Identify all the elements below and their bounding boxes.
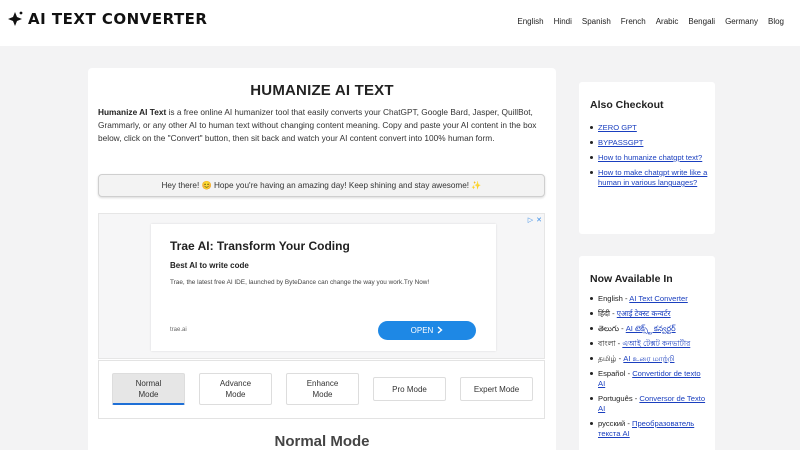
nav-blog[interactable]: Blog <box>768 17 784 26</box>
greeting-banner: Hey there! 😊 Hope you're having an amazi… <box>98 174 545 197</box>
language-link[interactable]: AI உரை மாற்றி <box>623 354 674 363</box>
link-bypassgpt[interactable]: BYPASSGPT <box>598 138 643 147</box>
mode-normal-label: Normal Mode <box>135 378 162 399</box>
list-item: ZERO GPT <box>590 123 708 133</box>
list-item: BYPASSGPT <box>590 138 708 148</box>
site-logo[interactable]: AI TEXT CONVERTER <box>6 10 207 28</box>
language-link[interactable]: এআই টেক্সট কনভার্টার <box>622 339 690 348</box>
top-nav: English Hindi Spanish French Arabic Beng… <box>517 17 784 26</box>
ad-body: Trae, the latest free AI IDE, launched b… <box>170 279 430 286</box>
mode-advance-label: Advance Mode <box>219 379 252 399</box>
mode-enhance-button[interactable]: Enhance Mode <box>286 373 359 405</box>
available-languages-panel: Now Available In English - AI Text Conve… <box>579 256 715 450</box>
language-separator: - <box>610 309 617 318</box>
list-item: English - AI Text Converter <box>590 294 708 304</box>
language-name: Português <box>598 394 633 403</box>
language-name: Español <box>598 369 626 378</box>
language-name: తెలుగు <box>598 324 619 333</box>
also-checkout-list: ZERO GPT BYPASSGPT How to humanize chatg… <box>590 123 708 193</box>
mode-advance-button[interactable]: Advance Mode <box>199 373 272 405</box>
nav-bengali[interactable]: Bengali <box>688 17 715 26</box>
ad-domain: trae.ai <box>170 327 187 333</box>
mode-enhance-label: Enhance Mode <box>306 379 339 399</box>
language-name: বাংলা <box>598 339 616 348</box>
available-languages-title: Now Available In <box>590 273 673 285</box>
ad-open-label: OPEN <box>410 326 434 335</box>
link-humanize-chatgpt[interactable]: How to humanize chatgpt text? <box>598 153 702 162</box>
adchoices-icon[interactable]: ▷ <box>528 216 533 224</box>
also-checkout-panel: Also Checkout ZERO GPT BYPASSGPT How to … <box>579 82 715 234</box>
nav-french[interactable]: French <box>621 17 646 26</box>
language-separator: - <box>625 419 632 428</box>
mode-pro-button[interactable]: Pro Mode <box>373 377 446 401</box>
nav-english[interactable]: English <box>517 17 543 26</box>
link-chatgpt-like-human[interactable]: How to make chatgpt write like a human i… <box>598 168 707 187</box>
list-item: বাংলা - এআই টেক্সট কনভার্টার <box>590 339 708 349</box>
mode-heading: Normal Mode <box>274 433 370 450</box>
list-item: How to make chatgpt write like a human i… <box>590 168 708 188</box>
ad-subtitle: Best AI to write code <box>170 261 249 270</box>
intro-bold: Humanize AI Text <box>98 107 167 117</box>
language-name: हिंदी <box>598 309 610 318</box>
sparkle-logo-icon <box>6 10 24 28</box>
language-separator: - <box>618 324 626 333</box>
language-name: русский <box>598 419 626 428</box>
mode-expert-button[interactable]: Expert Mode <box>460 377 533 401</box>
intro-paragraph: Humanize AI Text is a free online AI hum… <box>98 106 544 146</box>
ad-corner-icons: ▷ ✕ <box>528 216 542 224</box>
language-link[interactable]: AI Text Converter <box>629 294 688 303</box>
ad-title[interactable]: Trae AI: Transform Your Coding <box>170 239 350 253</box>
list-item: Português - Conversor de Texto AI <box>590 394 708 414</box>
ad-container: ▷ ✕ Trae AI: Transform Your Coding Best … <box>98 213 545 359</box>
nav-germany[interactable]: Germany <box>725 17 758 26</box>
mode-normal-button[interactable]: Normal Mode <box>112 373 185 405</box>
mode-selector: Normal Mode Advance Mode Enhance Mode Pr… <box>98 360 545 419</box>
language-link[interactable]: AI టెక్స్ట్ కన్వర్టర్ <box>626 324 676 333</box>
mode-pro-label: Pro Mode <box>392 384 427 394</box>
also-checkout-title: Also Checkout <box>590 99 664 111</box>
close-icon[interactable]: ✕ <box>536 216 542 224</box>
mode-expert-label: Expert Mode <box>473 384 520 394</box>
page-title: HUMANIZE AI TEXT <box>250 82 394 99</box>
language-link[interactable]: एआई टेक्स्ट कन्वर्टर <box>617 309 671 318</box>
list-item: русский - Преобразователь текста AI <box>590 419 708 439</box>
nav-spanish[interactable]: Spanish <box>582 17 611 26</box>
list-item: Español - Convertidor de texto AI <box>590 369 708 389</box>
list-item: How to humanize chatgpt text? <box>590 153 708 163</box>
language-list: English - AI Text Converter हिंदी - एआई … <box>590 294 708 444</box>
link-zero-gpt[interactable]: ZERO GPT <box>598 123 637 132</box>
chevron-right-icon <box>437 325 443 336</box>
nav-arabic[interactable]: Arabic <box>656 17 679 26</box>
nav-hindi[interactable]: Hindi <box>554 17 572 26</box>
list-item: हिंदी - एआई टेक्स्ट कन्वर्टर <box>590 309 708 319</box>
list-item: తెలుగు - AI టెక్స్ట్ కన్వర్టర్ <box>590 324 708 334</box>
language-name: தமிழ் <box>598 354 617 363</box>
logo-text: AI TEXT CONVERTER <box>28 10 208 28</box>
ad-open-button[interactable]: OPEN <box>378 321 476 340</box>
list-item: தமிழ் - AI உரை மாற்றி <box>590 354 708 364</box>
ad-card[interactable]: Trae AI: Transform Your Coding Best AI t… <box>151 224 496 351</box>
site-header: AI TEXT CONVERTER English Hindi Spanish … <box>0 0 800 46</box>
main-card: HUMANIZE AI TEXT Humanize AI Text is a f… <box>88 68 556 450</box>
language-name: English <box>598 294 623 303</box>
